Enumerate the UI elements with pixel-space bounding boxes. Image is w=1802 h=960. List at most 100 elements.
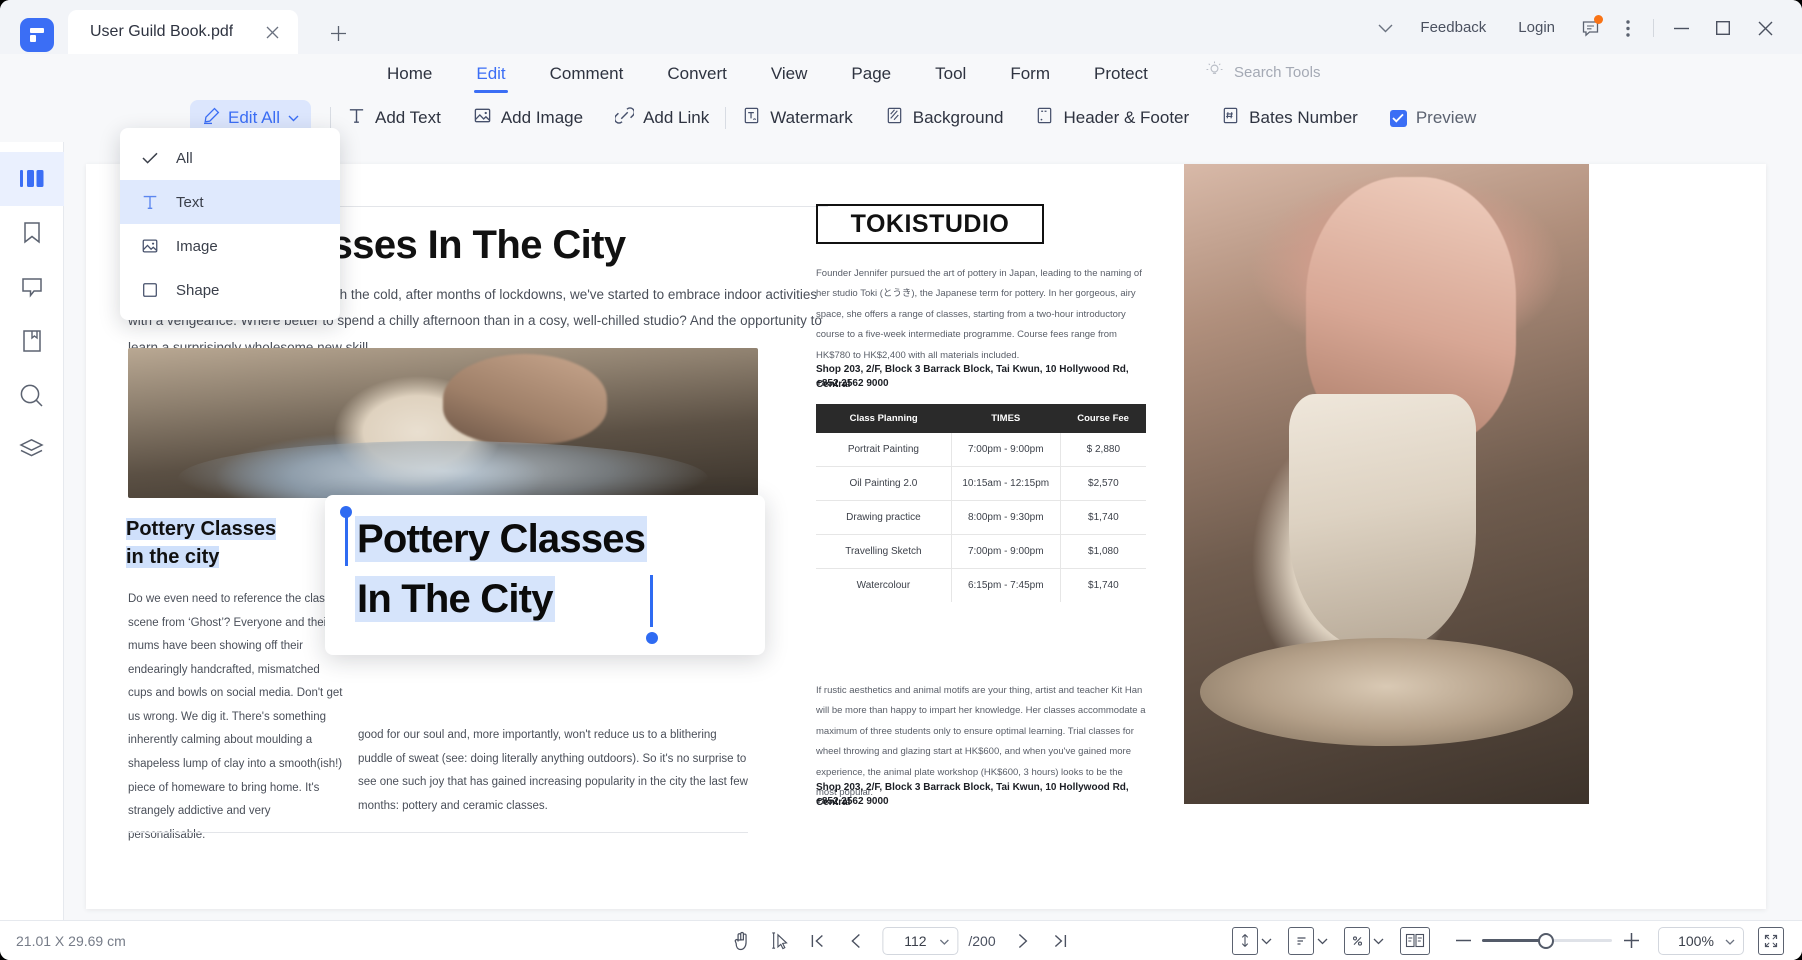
pencil-icon (202, 107, 220, 130)
edit-text-line-2[interactable]: In The City (355, 577, 555, 622)
header-footer-button[interactable]: Header & Footer (1019, 100, 1205, 136)
left-sidebar (0, 142, 64, 924)
add-link-button[interactable]: Add Link (599, 100, 725, 136)
next-page-button[interactable] (1006, 926, 1040, 956)
tab-form[interactable]: Form (988, 54, 1072, 94)
new-tab-icon[interactable] (325, 20, 351, 46)
lightbulb-icon (1205, 60, 1224, 84)
edit-line1-text: Pottery Classes (355, 516, 647, 562)
sidebar-item-layers[interactable] (0, 422, 64, 476)
last-page-button[interactable] (1044, 926, 1078, 956)
tab-home[interactable]: Home (365, 54, 454, 94)
fullscreen-button[interactable] (1754, 926, 1788, 956)
tab-title: User Guild Book.pdf (90, 23, 233, 41)
studio-description: Founder Jennifer pursued the art of pott… (816, 264, 1146, 366)
hand-tool-button[interactable] (724, 926, 758, 956)
add-image-button[interactable]: Add Image (457, 100, 599, 136)
subheading-line1: Pottery Classes (126, 518, 276, 540)
cell-class: Travelling Sketch (816, 535, 951, 569)
menu-bar: Home Edit Comment Convert View Page Tool… (0, 54, 1802, 94)
tab-comment[interactable]: Comment (528, 54, 646, 94)
tab-convert[interactable]: Convert (645, 54, 749, 94)
add-text-button[interactable]: Add Text (331, 100, 457, 136)
text-icon (347, 106, 366, 130)
button-label: Watermark (770, 108, 853, 128)
chevron-down-icon (939, 932, 949, 950)
table-row: Watercolour 6:15pm - 7:45pm $1,740 (816, 569, 1146, 603)
sidebar-item-comments[interactable] (0, 260, 64, 314)
button-label: Header & Footer (1063, 108, 1189, 128)
previous-page-button[interactable] (838, 926, 872, 956)
slider-knob[interactable] (1538, 933, 1554, 949)
page-layout-control[interactable] (1288, 927, 1328, 955)
close-window-button[interactable] (1744, 12, 1786, 44)
close-tab-icon[interactable] (262, 22, 282, 42)
cell-class: Oil Painting 2.0 (816, 467, 951, 501)
dropdown-item-shape[interactable]: Shape (120, 268, 340, 312)
selection-caret-end (650, 575, 653, 627)
first-page-button[interactable] (800, 926, 834, 956)
chevron-down-icon[interactable] (1366, 12, 1404, 44)
bates-number-button[interactable]: Bates Number (1205, 100, 1374, 136)
chevron-down-icon (1725, 932, 1735, 950)
cell-fee: $ 2,880 (1060, 433, 1146, 467)
page-number-input[interactable]: 112 (882, 927, 958, 955)
button-label: Add Link (643, 108, 709, 128)
view-controls: 100% (1232, 926, 1788, 956)
cell-class: Watercolour (816, 569, 951, 603)
preview-toggle[interactable]: Preview (1374, 100, 1492, 136)
login-button[interactable]: Login (1502, 12, 1571, 44)
chevron-down-icon (1261, 932, 1272, 950)
background-icon (885, 106, 904, 130)
subheading-line2: in the city (126, 546, 219, 568)
dropdown-item-label: Image (176, 238, 218, 255)
zoom-preset-control[interactable] (1344, 927, 1384, 955)
dropdown-item-label: Shape (176, 282, 219, 299)
edit-text-line-1[interactable]: Pottery Classes (355, 517, 647, 562)
watermark-button[interactable]: Watermark (726, 100, 869, 136)
divider (1653, 19, 1654, 37)
minimize-button[interactable] (1660, 12, 1702, 44)
cell-time: 7:00pm - 9:00pm (951, 433, 1060, 467)
document-tab[interactable]: User Guild Book.pdf (68, 10, 298, 54)
edit-all-dropdown-menu[interactable]: All Text Image Shape (120, 128, 340, 320)
header-footer-icon (1035, 106, 1054, 130)
maximize-button[interactable] (1702, 12, 1744, 44)
dropdown-item-text[interactable]: Text (120, 180, 340, 224)
zoom-slider[interactable] (1482, 927, 1612, 955)
th-course-fee: Course Fee (1060, 404, 1146, 433)
messages-icon[interactable] (1571, 12, 1609, 44)
select-tool-button[interactable] (762, 926, 796, 956)
dropdown-item-label: All (176, 150, 193, 167)
studio-logo-box: TOKISTUDIO (816, 204, 1044, 244)
zoom-level-selector[interactable]: 100% (1658, 927, 1744, 955)
sidebar-item-attachments[interactable] (0, 314, 64, 368)
sidebar-item-bookmarks[interactable] (0, 206, 64, 260)
zoom-out-button[interactable] (1446, 926, 1480, 956)
sidebar-item-search[interactable] (0, 368, 64, 422)
tab-tool[interactable]: Tool (913, 54, 988, 94)
feedback-button[interactable]: Feedback (1404, 12, 1502, 44)
tab-protect[interactable]: Protect (1072, 54, 1170, 94)
table-row: Oil Painting 2.0 10:15am - 12:15pm $2,57… (816, 467, 1146, 501)
background-button[interactable]: Background (869, 100, 1020, 136)
sidebar-item-thumbnails[interactable] (0, 152, 64, 206)
tab-page[interactable]: Page (829, 54, 913, 94)
more-options-icon[interactable] (1609, 12, 1647, 44)
page-navigation: 112 /200 (724, 926, 1077, 956)
table-row: Portrait Painting 7:00pm - 9:00pm $ 2,88… (816, 433, 1146, 467)
zoom-in-button[interactable] (1614, 926, 1648, 956)
tab-view[interactable]: View (749, 54, 830, 94)
th-times: TIMES (951, 404, 1060, 433)
selection-handle-end[interactable] (646, 632, 658, 644)
search-tools[interactable]: Search Tools (1205, 60, 1320, 84)
dual-page-view-button[interactable] (1400, 927, 1430, 955)
preview-label: Preview (1416, 108, 1476, 128)
scroll-mode-control[interactable] (1232, 927, 1272, 955)
page-layout-icon (1288, 927, 1314, 955)
dropdown-item-image[interactable]: Image (120, 224, 340, 268)
percent-icon (1344, 927, 1370, 955)
tab-edit[interactable]: Edit (454, 54, 527, 94)
text-edit-overlay[interactable]: Pottery Classes In The City (325, 495, 765, 655)
dropdown-item-all[interactable]: All (120, 136, 340, 180)
